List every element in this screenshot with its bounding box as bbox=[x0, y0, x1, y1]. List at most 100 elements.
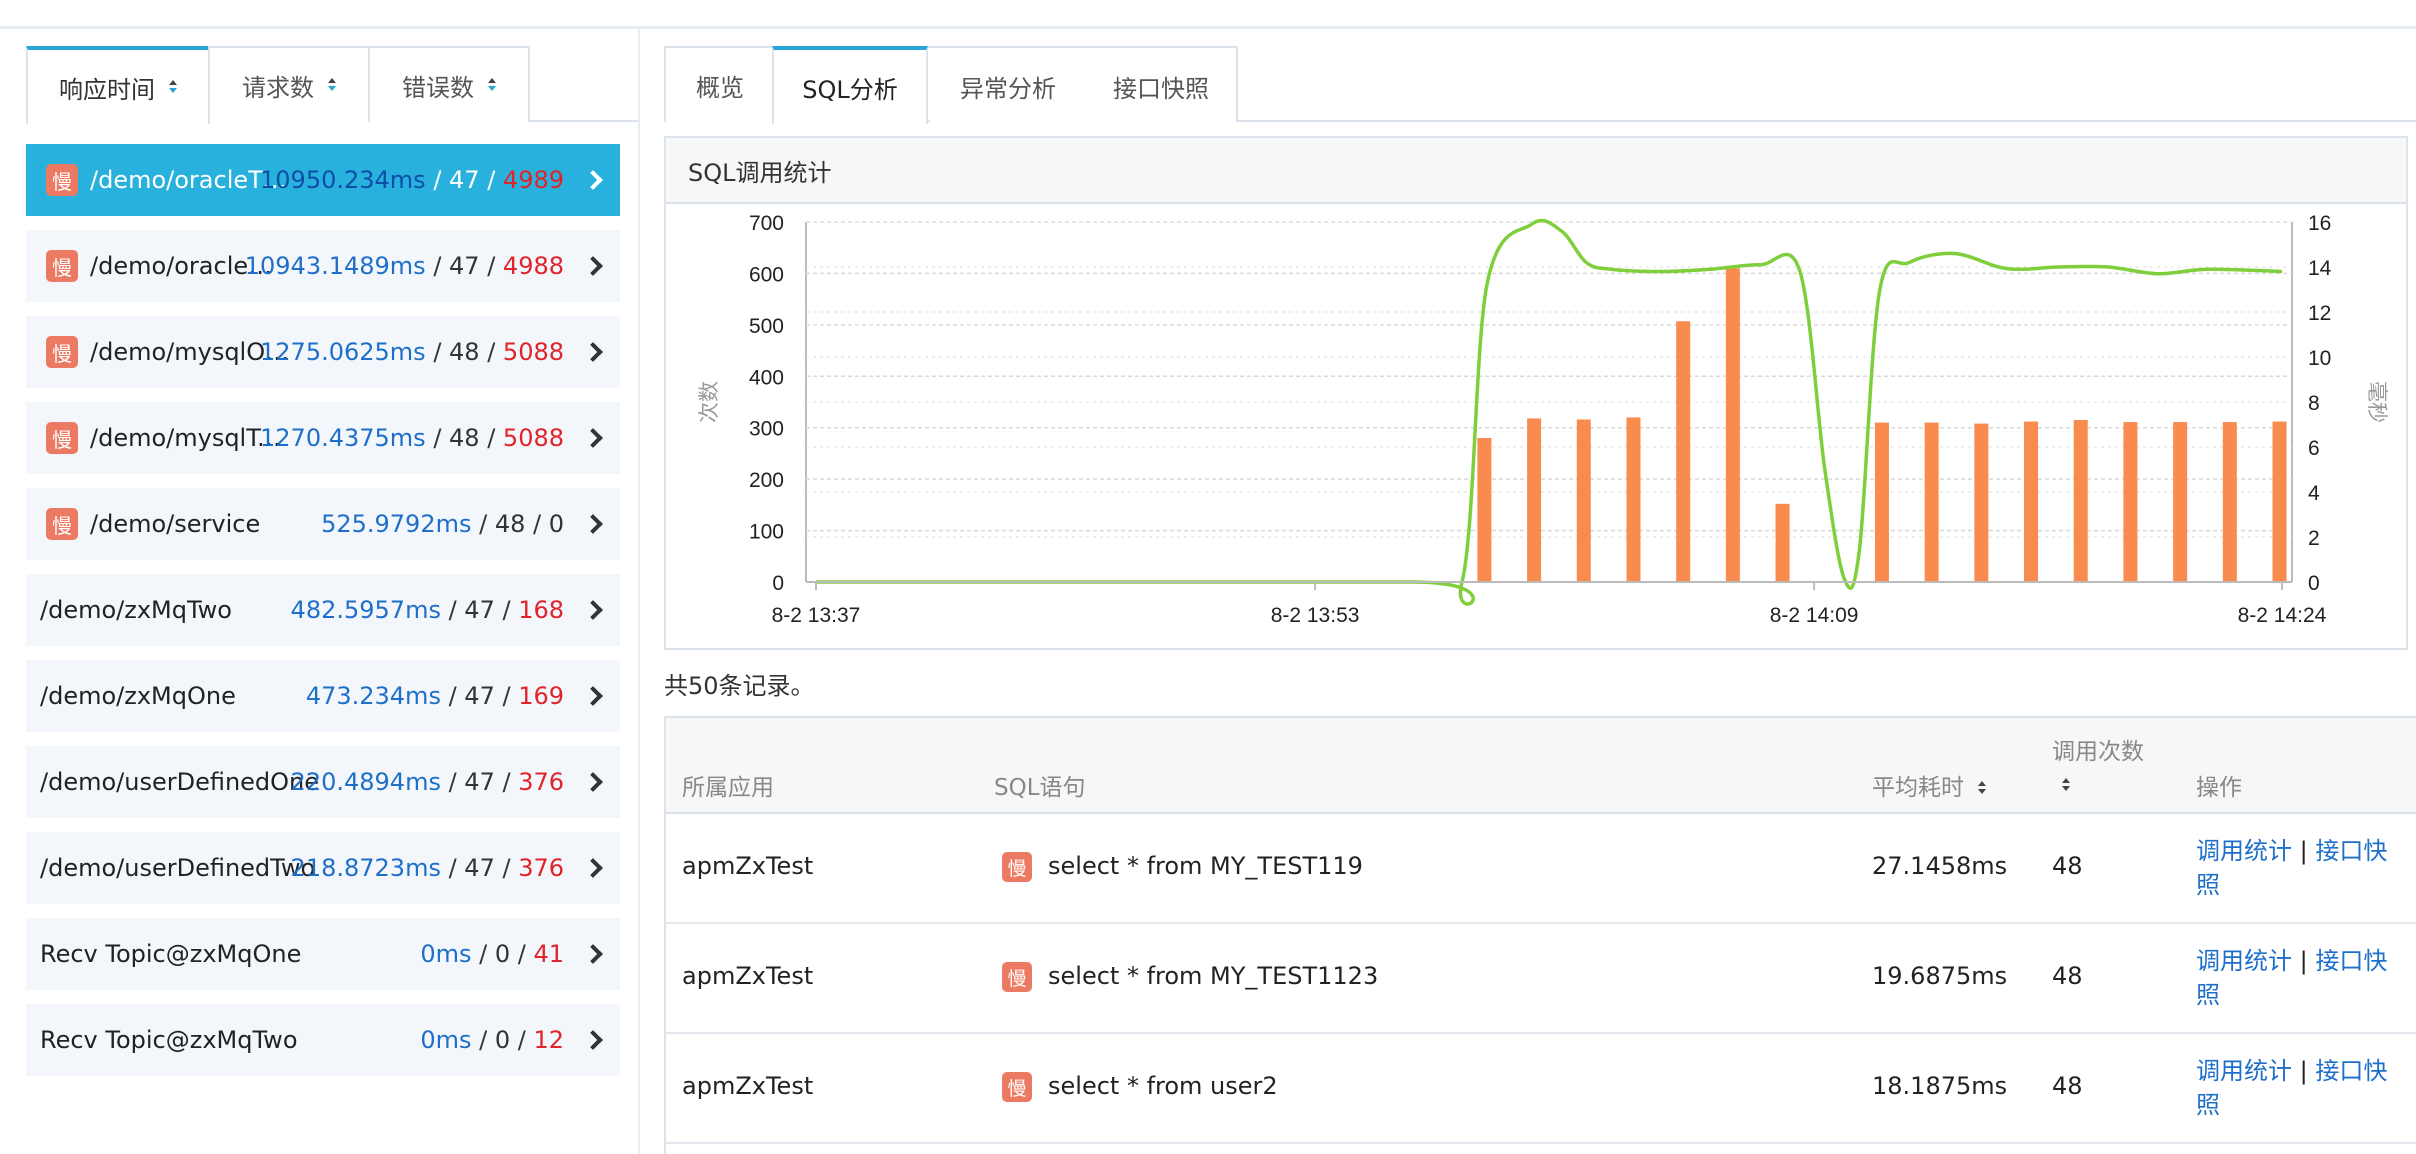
endpoint-row[interactable]: 慢/demo/oracle… 10943.1489ms / 47 / 4988 bbox=[26, 230, 620, 302]
endpoint-stats: 473.234ms / 47 / 169 bbox=[305, 682, 564, 710]
endpoint-avg-ms: 0ms bbox=[420, 1026, 472, 1054]
link-snapshot-cont[interactable]: 照 bbox=[2196, 1091, 2220, 1119]
x-tick-label: 8-2 14:09 bbox=[1770, 604, 1859, 627]
endpoint-errors: 4988 bbox=[502, 252, 564, 280]
x-tick-label: 8-2 13:37 bbox=[772, 604, 861, 627]
slow-badge: 慢 bbox=[1002, 962, 1032, 992]
y2-tick-label: 10 bbox=[2308, 347, 2331, 370]
endpoint-avg-ms: 482.5957ms bbox=[290, 596, 441, 624]
endpoint-stats: 1275.0625ms / 48 / 5088 bbox=[260, 338, 564, 366]
cell-avg-time: 18.1875ms bbox=[1872, 1072, 2008, 1100]
endpoint-row[interactable]: 慢/demo/mysqlO… 1275.0625ms / 48 / 5088 bbox=[26, 316, 620, 388]
tab-interface-snapshot[interactable]: 接口快照 bbox=[1086, 48, 1236, 124]
endpoint-count: 47 bbox=[464, 596, 495, 624]
sql-table: 所属应用 SQL语句 平均耗时 调用次数 操作 apmZxTest 慢 select… bbox=[664, 716, 2416, 1154]
bar bbox=[1874, 422, 1889, 582]
endpoint-row[interactable]: /demo/userDefinedTwo 218.8723ms / 47 / 37… bbox=[26, 832, 620, 904]
endpoint-name: /demo/userDefinedTwo bbox=[40, 854, 316, 882]
endpoint-avg-ms: 220.4894ms bbox=[290, 768, 441, 796]
y-tick-label: 200 bbox=[749, 469, 784, 492]
endpoint-errors: 168 bbox=[518, 596, 564, 624]
endpoint-errors: 0 bbox=[548, 510, 564, 538]
endpoint-avg-ms: 525.9792ms bbox=[321, 510, 472, 538]
tab-exception-analysis[interactable]: 异常分析 bbox=[930, 48, 1086, 124]
header-avg-time[interactable]: 平均耗时 bbox=[1872, 768, 1986, 802]
endpoint-stats: 10943.1489ms / 47 / 4988 bbox=[244, 252, 564, 280]
y-tick-label: 400 bbox=[749, 366, 784, 389]
chevron-right-icon[interactable] bbox=[583, 600, 603, 620]
y2-tick-label: 16 bbox=[2308, 212, 2331, 235]
y-tick-label: 500 bbox=[749, 315, 784, 338]
sql-call-chart: 0 100 200 300 400 500 600 700 0 2 4 6 8 10 12 14 16 次数 毫秒 8… bbox=[697, 212, 2389, 627]
y2-tick-label: 12 bbox=[2308, 302, 2331, 325]
header-sql: SQL语句 bbox=[994, 775, 1086, 801]
endpoint-row[interactable]: Recv Topic@zxMqOne 0ms / 0 / 41 bbox=[26, 918, 620, 990]
bar bbox=[1477, 438, 1492, 582]
chevron-right-icon[interactable] bbox=[583, 514, 603, 534]
cell-ops: 调用统计 | 接口快照 bbox=[2196, 1054, 2396, 1122]
endpoint-count: 48 bbox=[494, 510, 526, 538]
chevron-right-icon[interactable] bbox=[583, 256, 603, 276]
endpoint-errors: 376 bbox=[518, 854, 564, 882]
bar bbox=[1676, 321, 1691, 582]
slow-badge: 慢 bbox=[46, 422, 78, 454]
link-snapshot-cont[interactable]: 照 bbox=[2196, 871, 2220, 899]
endpoint-count: 47 bbox=[449, 166, 480, 194]
chevron-right-icon[interactable] bbox=[583, 944, 603, 964]
chevron-right-icon[interactable] bbox=[583, 170, 603, 190]
bar bbox=[1626, 417, 1641, 582]
endpoint-stats: 525.9792ms / 48 / 0 bbox=[321, 510, 564, 538]
link-snapshot[interactable]: 接口快 bbox=[2315, 947, 2387, 975]
bar bbox=[1775, 503, 1790, 582]
chevron-right-icon[interactable] bbox=[583, 342, 603, 362]
endpoint-row[interactable]: /demo/zxMqTwo 482.5957ms / 47 / 168 bbox=[26, 574, 620, 646]
endpoint-name: /demo/zxMqOne bbox=[40, 682, 236, 710]
chevron-right-icon[interactable] bbox=[583, 428, 603, 448]
endpoint-row[interactable]: /demo/zxMqOne 473.234ms / 47 / 169 bbox=[26, 660, 620, 732]
bar bbox=[1576, 419, 1591, 582]
endpoint-errors: 5088 bbox=[502, 338, 564, 366]
tab-request-count[interactable]: 请求数 bbox=[208, 46, 370, 122]
endpoint-row[interactable]: 慢/demo/service 525.9792ms / 48 / 0 bbox=[26, 488, 620, 560]
endpoint-row[interactable]: Recv Topic@zxMqTwo 0ms / 0 / 12 bbox=[26, 1004, 620, 1076]
tab-overview[interactable]: 概览 bbox=[664, 46, 774, 122]
header-calls[interactable]: 调用次数 bbox=[2052, 732, 2144, 798]
chevron-right-icon[interactable] bbox=[583, 686, 603, 706]
link-call-stats[interactable]: 调用统计 bbox=[2196, 837, 2292, 865]
slow-badge: 慢 bbox=[46, 508, 78, 540]
chevron-right-icon[interactable] bbox=[583, 858, 603, 878]
tab-sql-analysis[interactable]: SQL分析 bbox=[772, 46, 928, 124]
endpoint-row[interactable]: 慢/demo/oracleT… 10950.234ms / 47 / 4989 bbox=[26, 144, 620, 216]
link-call-stats[interactable]: 调用统计 bbox=[2196, 947, 2292, 975]
endpoint-errors: 376 bbox=[518, 768, 564, 796]
endpoint-row[interactable]: /demo/userDefinedOne 220.4894ms / 47 / 37… bbox=[26, 746, 620, 818]
endpoint-row[interactable]: 慢/demo/mysqlTwo 1270.4375ms / 48 / 5088 bbox=[26, 402, 620, 474]
tab-label: 请求数 bbox=[242, 73, 314, 102]
link-snapshot[interactable]: 接口快 bbox=[2315, 1057, 2387, 1085]
chevron-right-icon[interactable] bbox=[583, 1030, 603, 1050]
ops-separator: | bbox=[2299, 837, 2308, 865]
endpoint-stats: 482.5957ms / 47 / 168 bbox=[290, 596, 564, 624]
link-snapshot[interactable]: 接口快 bbox=[2315, 837, 2387, 865]
endpoint-avg-ms: 1270.4375ms bbox=[260, 424, 426, 452]
slow-badge: 慢 bbox=[1002, 852, 1032, 882]
endpoint-stats: 0ms / 0 / 12 bbox=[420, 1026, 564, 1054]
endpoint-name: /demo/userDefinedOne bbox=[40, 768, 320, 796]
endpoint-count: 47 bbox=[449, 252, 480, 280]
endpoint-count: 47 bbox=[464, 768, 495, 796]
link-snapshot-cont[interactable]: 照 bbox=[2196, 981, 2220, 1009]
endpoint-name: /demo/oracleT… bbox=[90, 166, 287, 194]
header-ops: 操作 bbox=[2196, 775, 2242, 801]
chevron-right-icon[interactable] bbox=[583, 772, 603, 792]
cell-calls: 48 bbox=[2052, 852, 2083, 880]
sort-tabs: 响应时间 请求数 错误数 bbox=[26, 46, 638, 124]
record-count: 共50条记录。 bbox=[664, 672, 815, 700]
link-call-stats[interactable]: 调用统计 bbox=[2196, 1057, 2292, 1085]
tab-response-time[interactable]: 响应时间 bbox=[26, 46, 210, 124]
table-row: apmZxTest 慢 select * from MY_TEST1123 19.68… bbox=[666, 924, 2416, 1034]
bar bbox=[2272, 421, 2287, 582]
tab-error-count[interactable]: 错误数 bbox=[368, 46, 530, 122]
endpoint-errors: 12 bbox=[533, 1026, 564, 1054]
sort-icon bbox=[169, 80, 177, 94]
bar bbox=[2024, 421, 2039, 582]
